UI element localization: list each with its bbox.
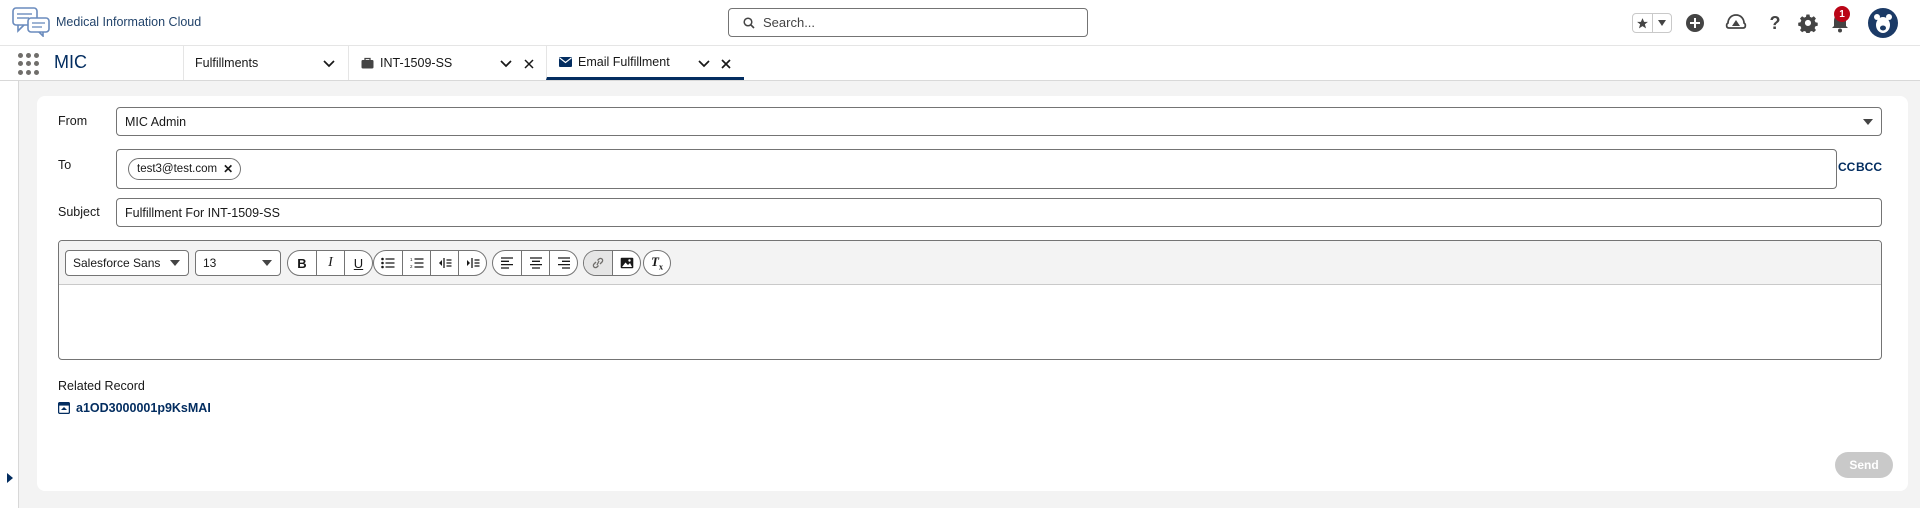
from-select[interactable]: MIC Admin	[116, 107, 1882, 136]
image-icon[interactable]	[612, 251, 640, 275]
related-record-label: Related Record	[58, 379, 145, 393]
link-icon[interactable]	[584, 251, 612, 275]
recipient-email: test3@test.com	[137, 163, 218, 175]
star-icon	[1636, 17, 1648, 28]
favorites-group	[1632, 13, 1672, 33]
trailhead-button[interactable]	[1725, 12, 1747, 34]
record-icon	[58, 402, 70, 414]
bold-icon[interactable]: B	[288, 251, 316, 275]
insert-group	[583, 250, 641, 276]
trailhead-icon	[1725, 14, 1747, 29]
rich-text-editor: Salesforce Sans 13 B I U 12 Tx	[58, 240, 1882, 360]
chat-bubbles-icon	[12, 7, 50, 37]
setup-button[interactable]	[1797, 12, 1819, 34]
chevron-down-icon[interactable]	[499, 57, 513, 71]
email-icon	[559, 56, 572, 67]
global-create-button[interactable]	[1684, 12, 1706, 34]
search-input[interactable]	[763, 15, 1063, 30]
gear-icon	[1798, 14, 1818, 33]
recipient-pill: test3@test.com ✕	[128, 158, 242, 180]
tab-int-1509-ss[interactable]: INT-1509-SS	[348, 46, 546, 80]
notification-count-badge: 1	[1834, 6, 1850, 22]
app-name: MIC	[54, 52, 87, 72]
app-logo[interactable]: Medical Information Cloud	[12, 7, 201, 37]
related-record-link[interactable]: a1OD3000001p9KsMAI	[58, 401, 211, 415]
related-record-id: a1OD3000001p9KsMAI	[76, 401, 211, 415]
align-center-icon[interactable]	[521, 251, 549, 275]
caret-down-icon	[262, 260, 272, 266]
svg-text:2: 2	[410, 264, 413, 269]
alignment-group	[492, 250, 578, 276]
navigation-bar: MIC Fulfillments INT-1509-SS Email Fulfi…	[0, 46, 1920, 81]
tab-label: Email Fulfillment	[578, 54, 670, 69]
bulleted-list-icon[interactable]	[374, 251, 402, 275]
subject-label: Subject	[58, 205, 100, 219]
favorites-star-button[interactable]	[1633, 14, 1652, 32]
font-family-value: Salesforce Sans	[73, 256, 161, 270]
send-button[interactable]: Send	[1835, 452, 1893, 478]
caret-down-icon	[1657, 20, 1666, 26]
add-icon	[1686, 14, 1704, 32]
bcc-link[interactable]: BCC	[1856, 160, 1882, 174]
clear-formatting-icon[interactable]: Tx	[644, 251, 670, 275]
to-field[interactable]: test3@test.com ✕	[116, 149, 1837, 189]
from-label: From	[58, 114, 88, 128]
help-button[interactable]: ?	[1764, 12, 1786, 34]
underline-icon[interactable]: U	[344, 251, 372, 275]
user-avatar[interactable]	[1868, 8, 1898, 38]
list-format-group: 12	[373, 250, 487, 276]
chevron-down-icon[interactable]	[697, 57, 711, 71]
cc-link[interactable]: CC	[1838, 160, 1855, 174]
font-family-select[interactable]: Salesforce Sans	[65, 250, 189, 276]
utility-rail	[0, 81, 19, 508]
clear-format-group: Tx	[643, 250, 671, 276]
caret-down-icon	[1863, 119, 1873, 125]
align-left-icon[interactable]	[493, 251, 521, 275]
global-search[interactable]	[728, 8, 1088, 37]
to-label: To	[58, 158, 72, 172]
numbered-list-icon[interactable]: 12	[402, 251, 430, 275]
remove-recipient-icon[interactable]: ✕	[223, 163, 233, 175]
bear-avatar-icon	[1874, 14, 1892, 33]
italic-icon[interactable]: I	[316, 251, 344, 275]
editor-body[interactable]	[59, 285, 1881, 359]
expand-rail-icon[interactable]	[7, 473, 13, 483]
outdent-icon[interactable]	[430, 251, 458, 275]
caret-down-icon	[170, 260, 180, 266]
help-icon: ?	[1769, 12, 1781, 33]
search-icon	[743, 16, 755, 29]
subject-input[interactable]: Fulfillment For INT-1509-SS	[116, 198, 1882, 227]
tab-label: INT-1509-SS	[380, 56, 453, 70]
app-launcher-icon[interactable]	[18, 53, 40, 75]
subject-value: Fulfillment For INT-1509-SS	[125, 205, 280, 220]
email-composer-card: From MIC Admin To test3@test.com ✕ CC BC…	[37, 96, 1908, 491]
global-header: Medical Information Cloud ? 1	[0, 0, 1920, 46]
align-right-icon[interactable]	[549, 251, 577, 275]
close-tab-icon[interactable]	[719, 57, 733, 71]
indent-icon[interactable]	[458, 251, 486, 275]
text-format-group: B I U	[287, 250, 373, 276]
font-size-value: 13	[203, 256, 217, 270]
tab-email-fulfillment[interactable]: Email Fulfillment	[546, 46, 744, 80]
close-tab-icon[interactable]	[522, 57, 536, 71]
favorites-menu-button[interactable]	[1651, 14, 1672, 32]
svg-text:1: 1	[410, 257, 413, 262]
from-value: MIC Admin	[125, 114, 187, 129]
case-icon	[361, 57, 374, 69]
chevron-down-icon[interactable]	[322, 57, 336, 71]
tab-label: Fulfillments	[195, 56, 259, 70]
editor-toolbar: Salesforce Sans 13 B I U 12 Tx	[59, 241, 1881, 285]
font-size-select[interactable]: 13	[195, 250, 281, 276]
logo-text: Medical Information Cloud	[56, 15, 202, 29]
